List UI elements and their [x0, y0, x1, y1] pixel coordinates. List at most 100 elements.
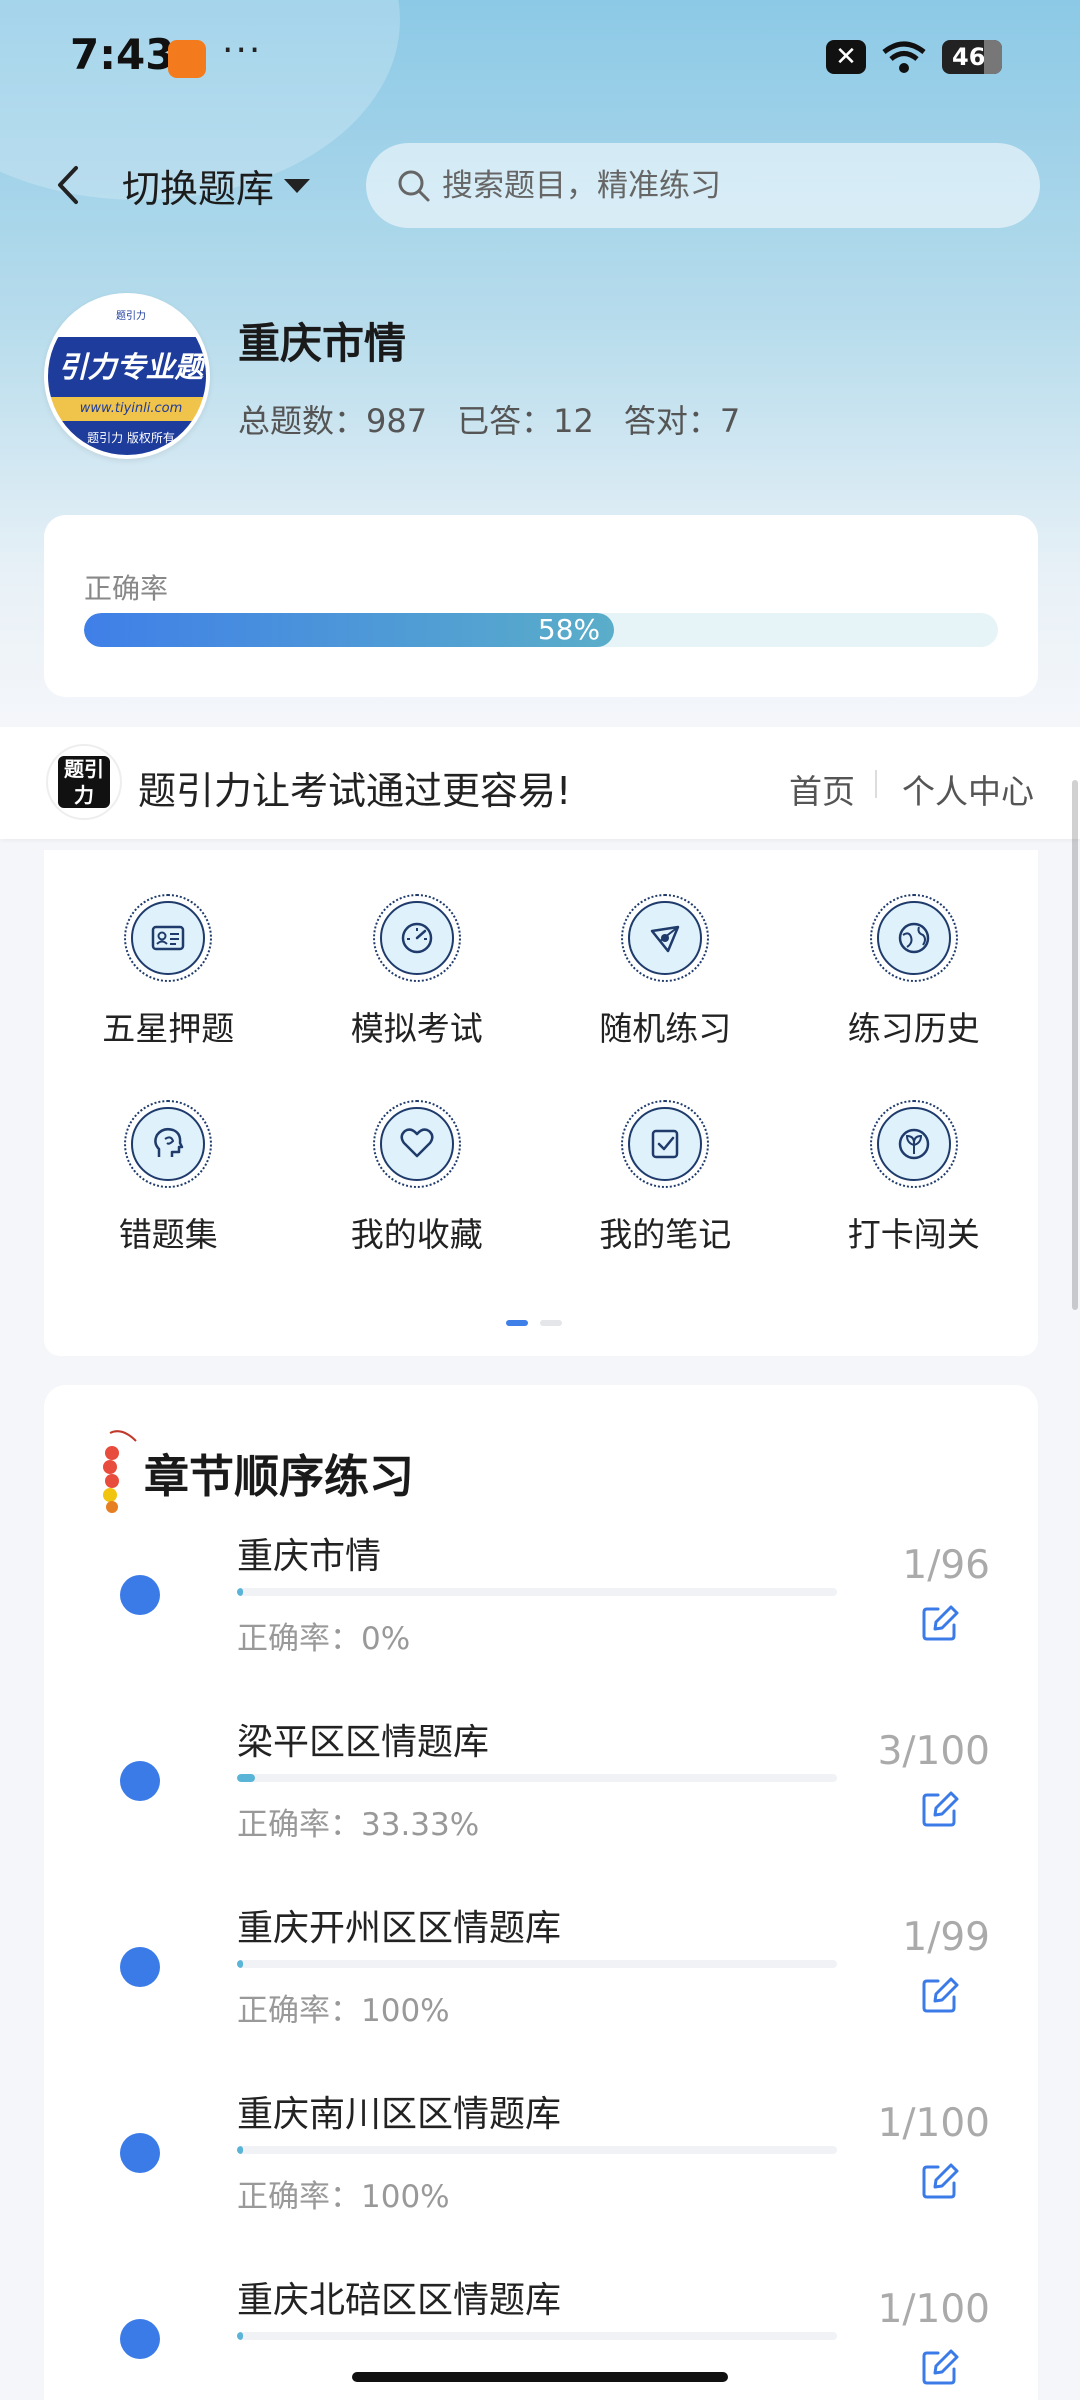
note-check-icon: [621, 1100, 710, 1188]
feature-item[interactable]: 模拟考试: [293, 894, 542, 1050]
heart-icon: [372, 1100, 461, 1188]
pager-dot[interactable]: [540, 1320, 562, 1326]
feature-label: 模拟考试: [350, 1009, 483, 1048]
chapter-progress-fill: [237, 1774, 255, 1782]
leaf-icon: [869, 1100, 958, 1188]
chapter-bullet: [120, 1947, 160, 1987]
chapter-progress-bar: [237, 2332, 837, 2340]
accuracy-progress-fill: 58%: [84, 613, 615, 647]
feature-item[interactable]: 我的笔记: [541, 1100, 790, 1256]
battery-icon: 46: [942, 40, 1002, 74]
cover-copyright: 题引力 版权所有: [48, 421, 206, 455]
profile-link[interactable]: 个人中心: [902, 765, 1034, 813]
edit-icon[interactable]: [918, 1973, 962, 2017]
chapter-section-title: 章节顺序练习: [144, 1449, 415, 1503]
chapter-accuracy: 正确率：33.33%: [237, 1807, 480, 1843]
feature-label: 我的笔记: [599, 1215, 732, 1254]
chapter-row[interactable]: 梁平区区情题库正确率：33.33% 3/100: [44, 1699, 1038, 1889]
feature-label: 五星押题: [102, 1009, 235, 1048]
correct-count: 答对：7: [623, 402, 741, 440]
chapter-progress-bar: [237, 1774, 837, 1782]
banner-divider: [875, 770, 877, 798]
wifi-icon: [882, 41, 926, 73]
switch-bank-dropdown[interactable]: 切换题库: [122, 158, 311, 213]
feature-label: 随机练习: [599, 1009, 732, 1048]
site-slogan: 题引力让考试通过更容易!: [138, 769, 572, 813]
chapter-count: 1/99: [902, 1915, 990, 1960]
chapter-progress-fill: [237, 1960, 244, 1968]
status-time: 7:43: [70, 30, 175, 79]
chapter-name: 重庆市情: [237, 1536, 382, 1577]
chapter-accuracy: 正确率：100%: [237, 2179, 450, 2215]
feature-item[interactable]: 打卡闯关: [790, 1100, 1039, 1256]
chapter-name: 重庆南川区区情题库: [237, 2094, 562, 2135]
feature-item[interactable]: 我的收藏: [293, 1100, 542, 1256]
pager-dot-active[interactable]: [506, 1320, 528, 1326]
feature-item[interactable]: 错题集: [44, 1100, 293, 1256]
site-logo-text: 题引力: [58, 756, 110, 808]
feature-label: 练习历史: [847, 1009, 980, 1048]
chapter-count: 1/96: [902, 1543, 990, 1588]
edit-icon[interactable]: [918, 1787, 962, 1831]
head-icon: [124, 1100, 213, 1188]
id-card-icon: [124, 894, 213, 982]
cover-top-label: 题引力: [96, 305, 166, 329]
firecracker-icon: [103, 1430, 137, 1513]
chapter-progress-fill: [237, 1588, 244, 1596]
switch-bank-label: 切换题库: [122, 167, 275, 211]
chapter-bullet: [120, 2319, 160, 2359]
status-bar: 7:43 ··· ✕ 46: [0, 0, 1080, 120]
feature-grid: 五星押题 模拟考试 随机练习 练习历史错题集 我的收藏 我的笔记 打卡闯关: [44, 894, 1038, 1256]
chapter-bullet: [120, 2133, 160, 2173]
chapter-count: 1/100: [877, 2287, 990, 2332]
edit-icon[interactable]: [918, 2159, 962, 2203]
home-link[interactable]: 首页: [789, 765, 855, 813]
chapter-row[interactable]: 重庆市情正确率：0% 1/96: [44, 1513, 1038, 1703]
feature-item[interactable]: 练习历史: [790, 894, 1039, 1050]
total-count: 总题数：987: [238, 402, 428, 440]
accuracy-progress-bar: 58%: [84, 613, 998, 647]
chapter-count: 3/100: [877, 1729, 990, 1774]
chapter-progress-fill: [237, 2146, 243, 2154]
feature-item[interactable]: 五星押题: [44, 894, 293, 1050]
chapter-accuracy: 正确率：0%: [237, 1621, 411, 1657]
edit-icon[interactable]: [918, 1601, 962, 1645]
chapter-progress-bar: [237, 2146, 837, 2154]
back-arrow-icon[interactable]: [48, 160, 88, 210]
search-icon: [398, 170, 430, 201]
search-input[interactable]: [442, 167, 1002, 204]
grid-pager: [506, 1320, 562, 1326]
accuracy-card: 正确率 58%: [44, 515, 1038, 697]
scrollbar[interactable]: [1072, 780, 1078, 1310]
more-notifications-icon: ···: [222, 30, 263, 71]
network-icon: [621, 894, 710, 982]
question-bank-cover: 题引力 引力专业题 www.tiyinli.com 题引力 版权所有: [44, 293, 210, 459]
accuracy-value: 58%: [537, 613, 601, 646]
sim-disabled-icon: ✕: [826, 40, 866, 74]
search-bar[interactable]: [366, 143, 1040, 228]
site-logo: 题引力: [46, 744, 122, 820]
chapter-bullet: [120, 1761, 160, 1801]
cover-title: 引力专业题: [48, 337, 206, 397]
bank-title: 重庆市情: [238, 319, 407, 368]
chapter-progress-fill: [237, 2332, 243, 2340]
bank-stats: 总题数：987 已答：12 答对：7: [238, 396, 740, 442]
chapter-count: 1/100: [877, 2101, 990, 2146]
chapter-bullet: [120, 1575, 160, 1615]
feature-label: 错题集: [118, 1215, 218, 1254]
feature-grid-card: 五星押题 模拟考试 随机练习 练习历史错题集 我的收藏 我的笔记 打卡闯关: [44, 850, 1038, 1356]
chapter-accuracy: 正确率：100%: [237, 1993, 450, 2029]
app-notification-icon: [168, 40, 206, 78]
chapter-row[interactable]: 重庆南川区区情题库正确率：100% 1/100: [44, 2071, 1038, 2261]
chapter-practice-card: 章节顺序练习 重庆市情正确率：0% 1/96 梁平区区情题库正确率：33.33% 3/…: [44, 1385, 1038, 2400]
home-indicator[interactable]: [352, 2372, 728, 2382]
answered-count: 已答：12: [457, 402, 594, 440]
chapter-name: 梁平区区情题库: [237, 1722, 490, 1763]
feature-label: 我的收藏: [350, 1215, 483, 1254]
feature-item[interactable]: 随机练习: [541, 894, 790, 1050]
site-banner: 题引力 题引力让考试通过更容易! 首页 个人中心: [0, 727, 1080, 839]
caret-down-icon: [284, 178, 311, 193]
edit-icon[interactable]: [918, 2345, 962, 2389]
chapter-name: 重庆开州区区情题库: [237, 1908, 562, 1949]
chapter-row[interactable]: 重庆开州区区情题库正确率：100% 1/99: [44, 1885, 1038, 2075]
